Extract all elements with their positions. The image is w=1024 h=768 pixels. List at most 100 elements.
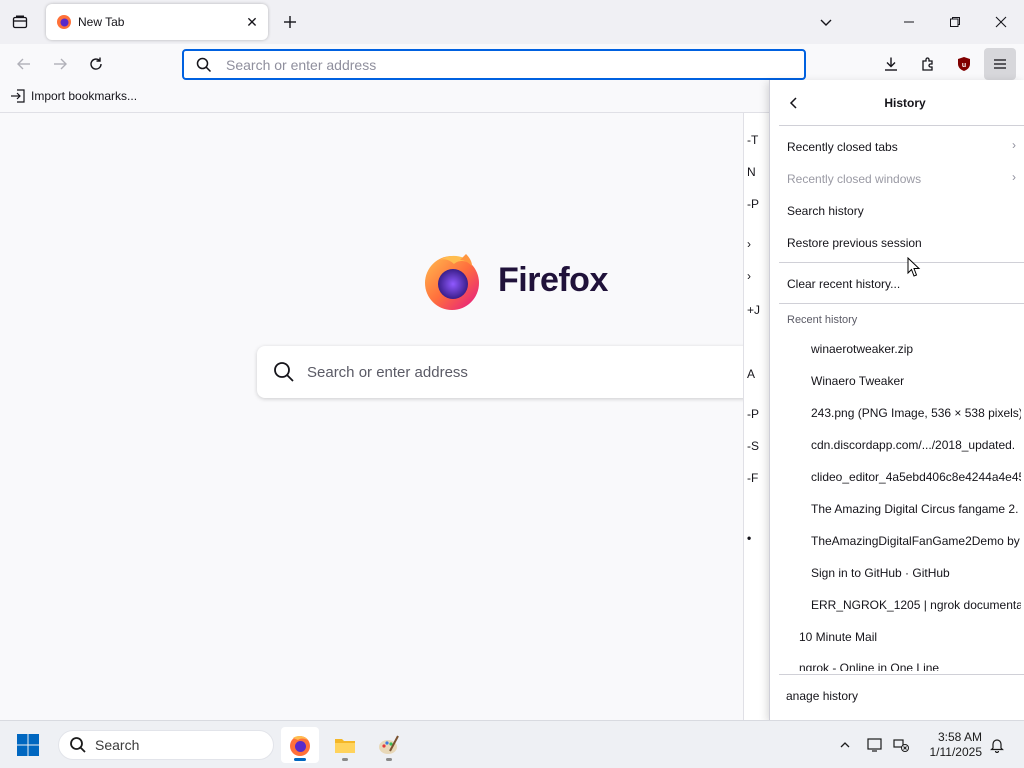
arrow-left-icon [17, 58, 30, 70]
url-bar[interactable] [182, 49, 806, 80]
history-entry[interactable]: ERR_NGROK_1205 | ngrok documentation [811, 598, 1021, 612]
folder-icon [335, 739, 355, 753]
tab-new-tab[interactable]: New Tab ✕ [46, 4, 268, 40]
extensions-button[interactable] [912, 48, 944, 80]
history-entry[interactable]: Sign in to GitHub · GitHub [811, 566, 1021, 580]
plus-icon [284, 16, 296, 28]
tray-monitor[interactable] [864, 733, 888, 757]
shortcut-label: -F [747, 471, 759, 485]
separator [779, 262, 1024, 263]
network-disconnected-icon [893, 739, 909, 752]
chevron-up-icon [840, 742, 850, 748]
show-hidden-icons-button[interactable] [833, 733, 857, 757]
minimize-icon [904, 21, 914, 23]
clock-time: 3:58 AM [937, 730, 982, 744]
taskbar-paint[interactable] [370, 727, 408, 763]
clock-date: 1/11/2025 [929, 745, 983, 759]
downloads-button[interactable] [875, 48, 907, 80]
history-entry[interactable]: The Amazing Digital Circus fangame 2. [811, 502, 1021, 516]
firefox-logo: Firefox [420, 248, 608, 312]
active-indicator [294, 758, 306, 761]
chevron-down-icon [820, 19, 832, 26]
forward-button[interactable] [44, 48, 76, 80]
notifications-button[interactable] [985, 733, 1009, 757]
chevron-right-icon: › [747, 269, 751, 283]
firefox-view-icon [12, 15, 28, 29]
firefox-view-button[interactable] [4, 6, 36, 38]
panel-title: History [884, 96, 926, 110]
search-icon [70, 737, 86, 753]
history-entry[interactable]: winaerotweaker.zip [811, 342, 1021, 356]
firefox-logo-icon [425, 254, 479, 310]
recent-history-header: Recent history [787, 314, 858, 326]
arrow-right-icon [54, 58, 67, 70]
newtab-search-placeholder: Search or enter address [307, 363, 468, 381]
chevron-right-icon: › [1012, 138, 1016, 152]
recently-closed-tabs-item[interactable]: Recently closed tabs [787, 140, 898, 154]
close-window-button[interactable] [978, 0, 1024, 44]
separator [779, 303, 1024, 304]
monitor-icon [867, 738, 882, 752]
tab-strip: New Tab ✕ [0, 0, 1024, 44]
history-entry[interactable]: clideo_editor_4a5ebd406c8e4244a4e45. [811, 470, 1021, 484]
firefox-favicon-icon [57, 15, 71, 29]
history-entry[interactable]: TheAmazingDigitalFanGame2Demo by [811, 534, 1021, 548]
history-entry[interactable]: ngrok - Online in One Line [799, 661, 1009, 671]
windows-start-icon[interactable] [16, 733, 40, 757]
mouse-cursor-icon [907, 257, 921, 277]
download-icon [885, 57, 897, 71]
clear-recent-history-item[interactable]: Clear recent history... [787, 277, 900, 291]
shortcut-label: -T [747, 133, 759, 147]
history-entry[interactable]: 10 Minute Mail [799, 630, 1009, 644]
shortcut-label: N [747, 165, 756, 179]
import-bookmarks-button[interactable]: Import bookmarks... [10, 89, 137, 103]
firefox-wordmark: Firefox [498, 260, 608, 299]
navigation-toolbar: u [0, 44, 1024, 84]
running-indicator [342, 758, 348, 761]
tab-close-icon[interactable]: ✕ [240, 10, 264, 34]
puzzle-icon [922, 57, 933, 71]
bell-icon [990, 739, 1004, 753]
reload-button[interactable] [80, 48, 112, 80]
reload-icon [90, 57, 102, 70]
history-entry[interactable]: 243.png (PNG Image, 536 × 538 pixels) [811, 406, 1021, 420]
firefox-icon [290, 735, 310, 756]
manage-history-item[interactable]: anage history [786, 689, 858, 703]
separator [779, 674, 1024, 675]
url-input[interactable] [226, 56, 804, 73]
partially-hidden-menu-strip: -T N -P › › +J A -P -S -F • [743, 113, 769, 720]
restore-previous-session-item[interactable]: Restore previous session [787, 236, 922, 250]
search-icon [196, 57, 212, 72]
taskbar-search-box[interactable]: Search [58, 730, 274, 760]
recently-closed-windows-item[interactable]: Recently closed windows [787, 172, 921, 186]
search-history-item[interactable]: Search history [787, 204, 864, 218]
tray-network[interactable] [889, 733, 913, 757]
shortcut-label: -P [747, 407, 759, 421]
running-indicator [386, 758, 392, 761]
ublock-shield-icon: u [958, 57, 970, 71]
history-entry[interactable]: cdn.discordapp.com/.../2018_updated. [811, 438, 1021, 452]
chevron-right-icon: › [747, 237, 751, 251]
list-all-tabs-button[interactable] [812, 8, 840, 36]
taskbar-search-label: Search [95, 737, 140, 753]
hamburger-menu-icon [994, 59, 1006, 69]
separator [779, 125, 1024, 126]
windows-taskbar: Search 3:58 AM 1/11/2025 [0, 720, 1024, 768]
ublock-origin-button[interactable]: u [948, 48, 980, 80]
taskbar-firefox[interactable] [281, 727, 319, 763]
new-tab-button[interactable] [276, 8, 304, 36]
newtab-search-box[interactable]: Search or enter address [257, 346, 767, 398]
tab-title: New Tab [78, 15, 125, 29]
system-clock[interactable]: 3:58 AM 1/11/2025 [922, 730, 983, 760]
taskbar-file-explorer[interactable] [326, 727, 364, 763]
search-icon [274, 362, 294, 382]
minimize-button[interactable] [886, 0, 932, 44]
svg-text:u: u [962, 62, 966, 69]
restore-icon [950, 17, 960, 27]
import-icon [11, 89, 25, 103]
history-entry[interactable]: Winaero Tweaker [811, 374, 1021, 388]
chevron-right-icon: › [1012, 170, 1016, 184]
app-menu-button[interactable] [984, 48, 1016, 80]
back-button[interactable] [8, 48, 40, 80]
restore-button[interactable] [932, 0, 978, 44]
